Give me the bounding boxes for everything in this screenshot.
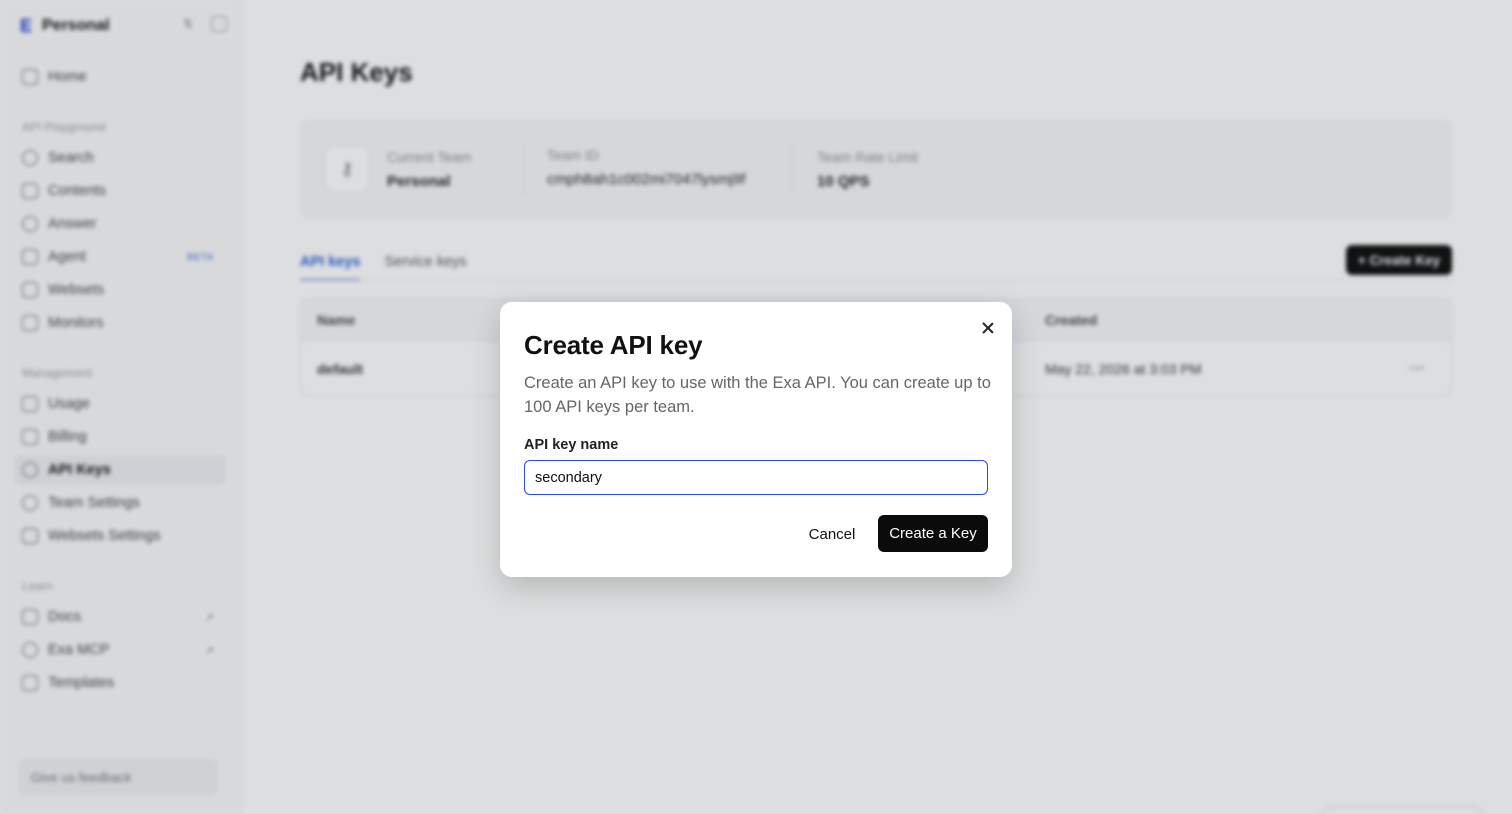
close-icon[interactable] <box>978 318 998 338</box>
api-key-name-label: API key name <box>524 437 619 453</box>
cancel-button[interactable]: Cancel <box>798 516 866 552</box>
dialog-title: Create API key <box>524 330 703 360</box>
dialog-description: Create an API key to use with the Exa AP… <box>524 374 991 416</box>
create-key-submit-button[interactable]: Create a Key <box>878 515 988 552</box>
create-api-key-dialog: Create API key Create an API key to use … <box>500 302 1012 577</box>
api-key-name-input[interactable] <box>524 460 988 495</box>
